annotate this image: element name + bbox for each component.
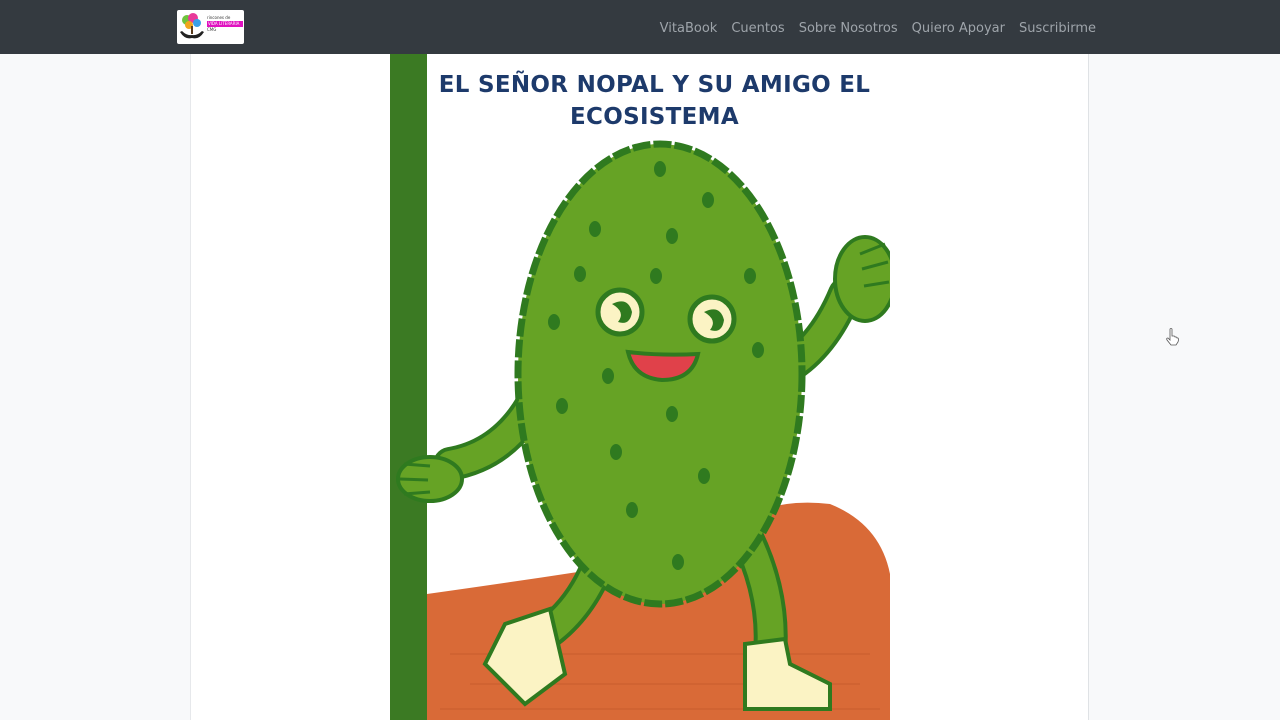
main-nav: VitaBook Cuentos Sobre Nosotros Quiero A… <box>660 18 1096 38</box>
right-gutter <box>1089 54 1280 720</box>
site-logo[interactable]: rincones de VIDA LITERARIA CMG <box>177 10 244 44</box>
hand-cursor-icon <box>1166 328 1179 346</box>
logo-text-bottom: CMG <box>207 27 217 32</box>
nav-link-cuentos[interactable]: Cuentos <box>731 21 784 36</box>
nopal-illustration <box>390 54 890 720</box>
tree-hands-icon <box>180 13 204 39</box>
top-navbar: rincones de VIDA LITERARIA CMG VitaBook … <box>0 0 1280 54</box>
logo-text-top: rincones de <box>207 15 231 20</box>
nav-link-vitabook[interactable]: VitaBook <box>660 21 718 36</box>
nav-link-sobre-nosotros[interactable]: Sobre Nosotros <box>799 21 898 36</box>
nav-link-quiero-apoyar[interactable]: Quiero Apoyar <box>912 21 1005 36</box>
book-title: EL SEÑOR NOPAL Y SU AMIGO EL ECOSISTEMA <box>438 72 871 130</box>
nav-link-suscribirme[interactable]: Suscribirme <box>1019 21 1096 36</box>
book-cover[interactable]: EL SEÑOR NOPAL Y SU AMIGO EL ECOSISTEMA <box>390 54 890 720</box>
